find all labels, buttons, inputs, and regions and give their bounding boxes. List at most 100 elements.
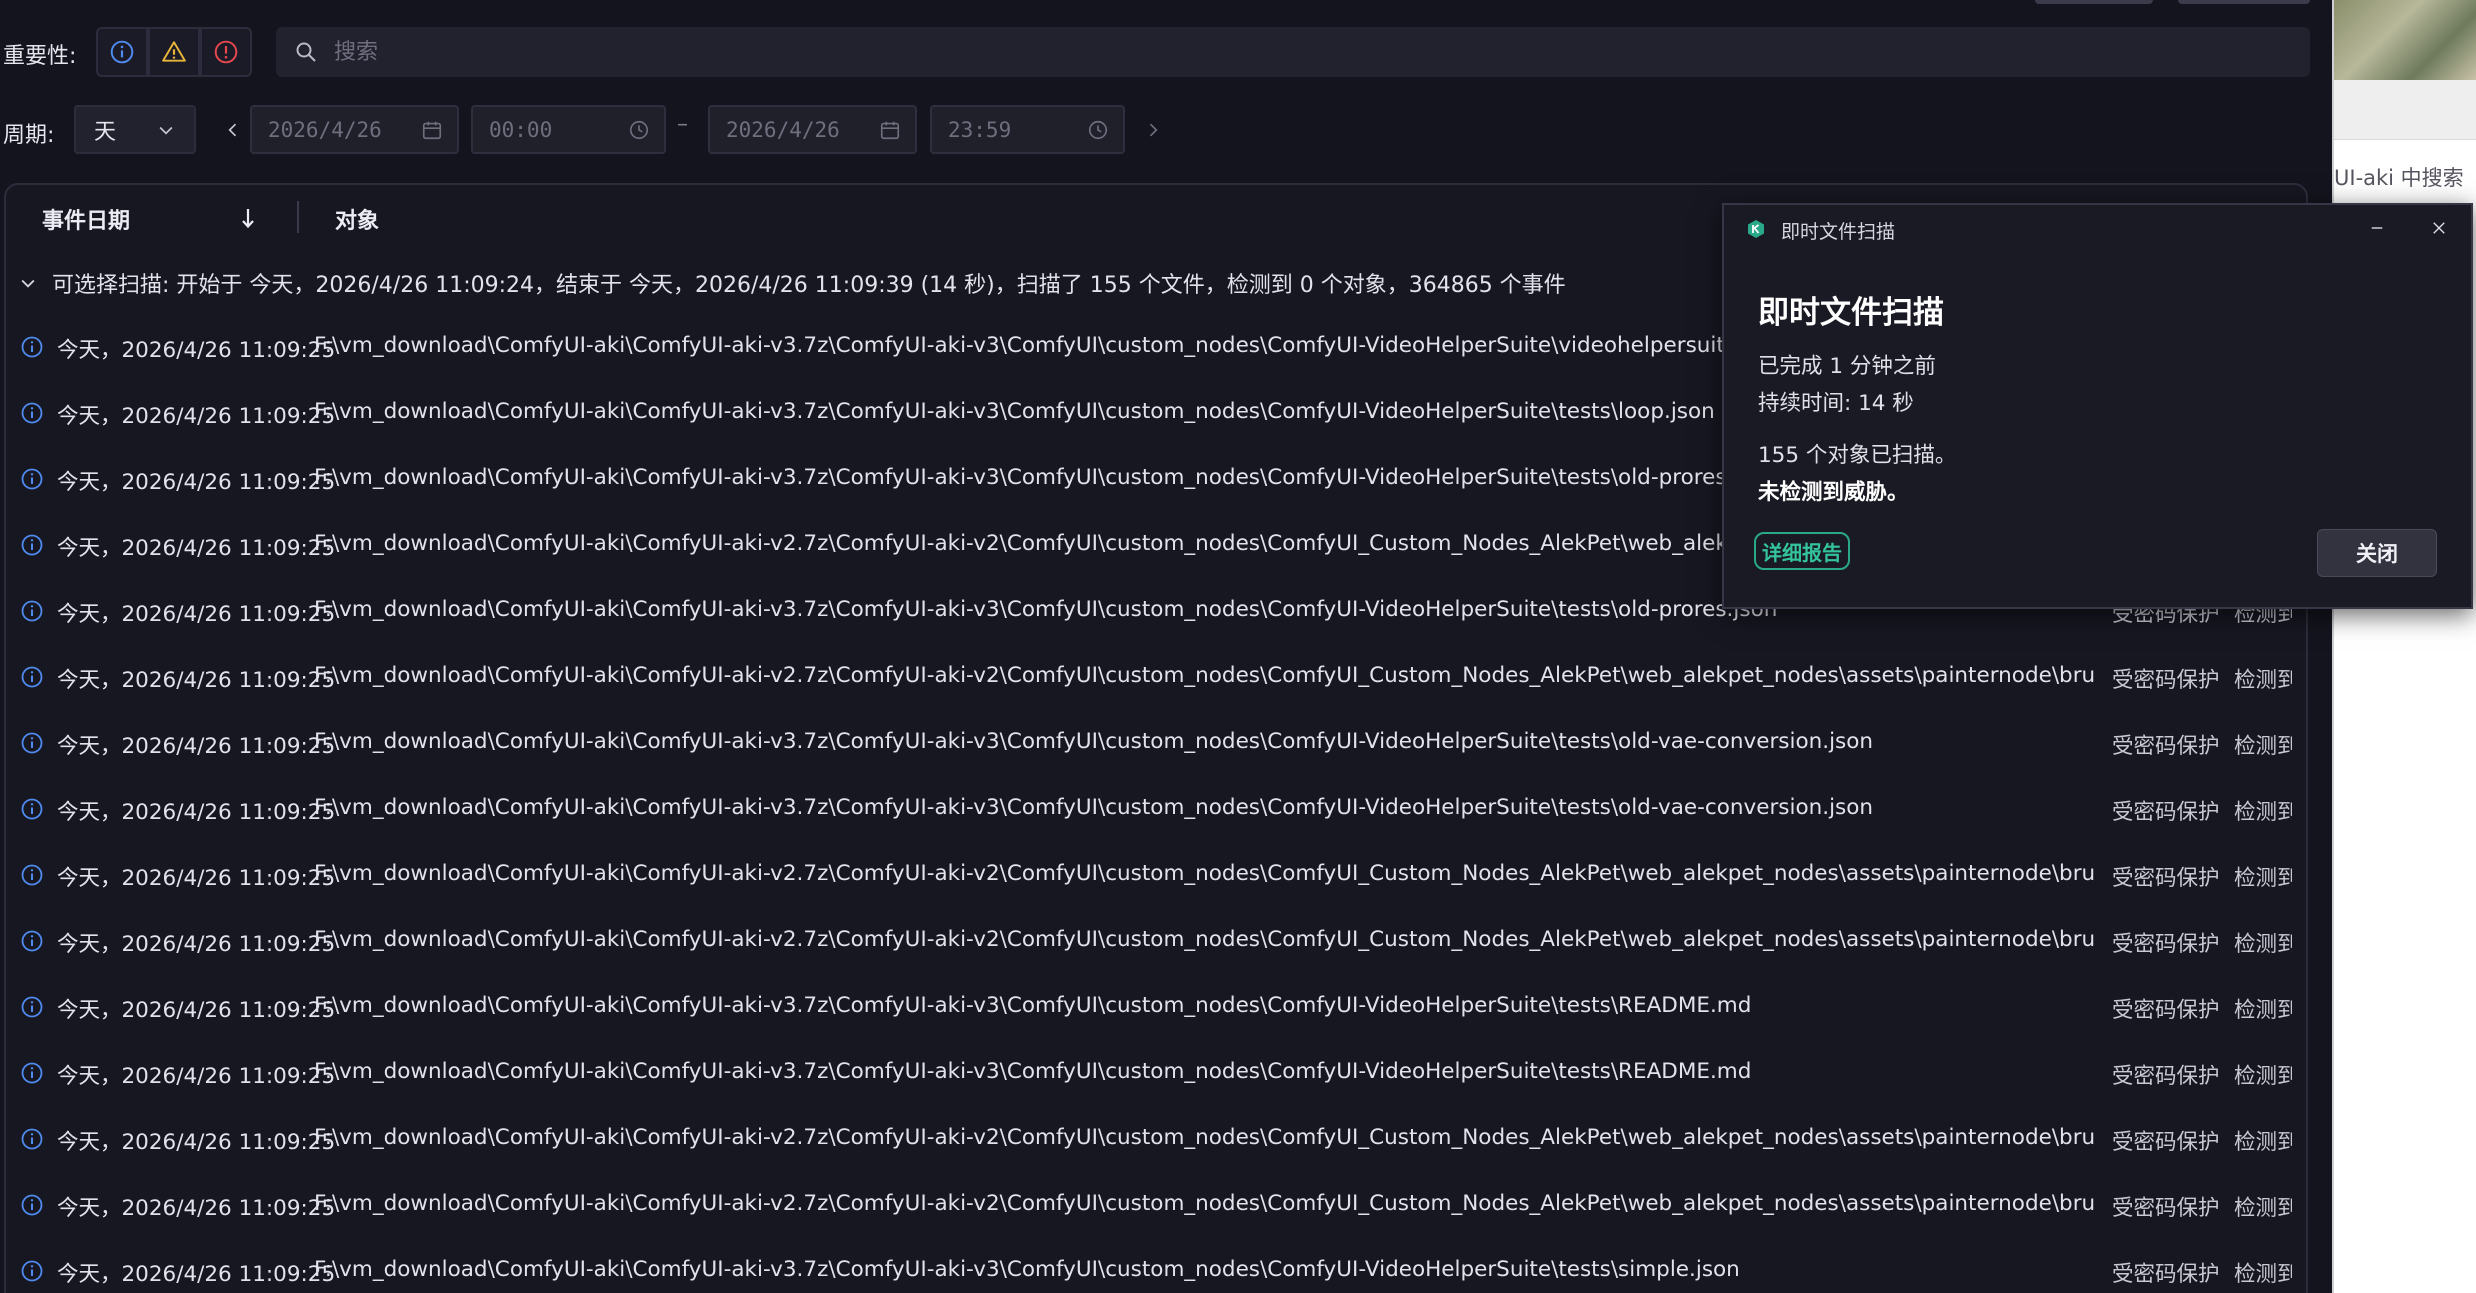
event-result: 检测到 (2234, 1262, 2292, 1287)
calendar-icon (880, 121, 900, 139)
background-search-text: UI-aki 中搜索 (2334, 166, 2464, 190)
table-row[interactable]: 今天，2026/4/26 11:09:25 F:\vm_download\Comf… (6, 841, 2306, 907)
table-row[interactable]: 今天，2026/4/26 11:09:25 F:\vm_download\Comf… (6, 1237, 2306, 1293)
table-row[interactable]: 今天，2026/4/26 11:09:25 F:\vm_download\Comf… (6, 907, 2306, 973)
event-object-path: F:\vm_download\ComfyUI-aki\ComfyUI-aki-v… (314, 927, 2094, 952)
period-label: 周期: (3, 123, 55, 148)
table-row[interactable]: 今天，2026/4/26 11:09:25 F:\vm_download\Comf… (6, 775, 2306, 841)
table-row[interactable]: 今天，2026/4/26 11:09:25 F:\vm_download\Comf… (6, 1105, 2306, 1171)
event-object-path: F:\vm_download\ComfyUI-aki\ComfyUI-aki-v… (314, 531, 1895, 556)
toolbar-button-partial[interactable] (2178, 0, 2310, 4)
info-icon (21, 1062, 43, 1084)
info-icon (21, 600, 43, 622)
event-date: 今天，2026/4/26 11:09:25 (57, 734, 336, 759)
event-object-path: F:\vm_download\ComfyUI-aki\ComfyUI-aki-v… (314, 1191, 2094, 1216)
event-result: 检测到 (2234, 1130, 2292, 1155)
range-separator: – (677, 112, 688, 137)
table-row[interactable]: 今天，2026/4/26 11:09:25 F:\vm_download\Comf… (6, 973, 2306, 1039)
info-icon (21, 468, 43, 490)
event-object-path: F:\vm_download\ComfyUI-aki\ComfyUI-aki-v… (314, 1059, 1752, 1084)
event-result: 检测到 (2234, 1064, 2292, 1089)
minimize-icon (2371, 227, 2383, 229)
clock-icon (1088, 120, 1108, 139)
popup-heading: 即时文件扫描 (1758, 295, 1944, 331)
period-select-value: 天 (94, 119, 117, 145)
event-date: 今天，2026/4/26 11:09:25 (57, 1130, 336, 1155)
column-header-object[interactable]: 对象 (335, 203, 379, 235)
event-object-path: F:\vm_download\ComfyUI-aki\ComfyUI-aki-v… (314, 729, 1874, 754)
popup-scanned-text: 155 个对象已扫描。 (1758, 443, 1957, 468)
column-divider[interactable] (297, 201, 299, 233)
popup-completed-text: 已完成 1 分钟之前 (1758, 354, 1936, 379)
table-row[interactable]: 今天，2026/4/26 11:09:25 F:\vm_download\Comf… (6, 1171, 2306, 1237)
event-object-path: F:\vm_download\ComfyUI-aki\ComfyUI-aki-v… (314, 399, 1715, 424)
background-image (2334, 0, 2476, 80)
severity-label: 重要性: (3, 44, 77, 69)
popup-close-button[interactable]: 关闭 (2317, 529, 2437, 577)
end-time-value: 23:59 (948, 117, 1012, 142)
scan-summary-text: 可选择扫描: 开始于 今天，2026/4/26 11:09:24，结束于 今天，… (52, 273, 1566, 298)
severity-error-button[interactable] (200, 27, 252, 77)
scan-group-header[interactable]: 可选择扫描: 开始于 今天，2026/4/26 11:09:24，结束于 今天，… (6, 263, 1566, 303)
info-icon (21, 534, 43, 556)
error-icon (214, 40, 238, 64)
info-icon (21, 732, 43, 754)
scan-complete-popup: 即时文件扫描 即时文件扫描 已完成 1 分钟之前 持续时间: 14 秒 155 … (1722, 203, 2473, 609)
period-select[interactable]: 天 (74, 105, 196, 154)
event-status: 受密码保护 (2112, 668, 2220, 693)
info-icon (21, 798, 43, 820)
event-status: 受密码保护 (2112, 1130, 2220, 1155)
end-date-value: 2026/4/26 (726, 117, 840, 142)
end-date-field[interactable]: 2026/4/26 (708, 105, 917, 154)
calendar-icon (422, 121, 442, 139)
search-box[interactable] (276, 27, 2310, 77)
event-result: 检测到 (2234, 668, 2292, 693)
event-date: 今天，2026/4/26 11:09:25 (57, 470, 336, 495)
table-row[interactable]: 今天，2026/4/26 11:09:25 F:\vm_download\Comf… (6, 1039, 2306, 1105)
column-header-date[interactable]: 事件日期 (42, 203, 130, 235)
event-date: 今天，2026/4/26 11:09:25 (57, 800, 336, 825)
table-row[interactable]: 今天，2026/4/26 11:09:25 F:\vm_download\Comf… (6, 709, 2306, 775)
end-time-field[interactable]: 23:59 (930, 105, 1125, 154)
detailed-report-button[interactable]: 详细报告 (1754, 532, 1850, 570)
info-icon (21, 402, 43, 424)
background-toolbar (2334, 80, 2476, 140)
event-object-path: F:\vm_download\ComfyUI-aki\ComfyUI-aki-v… (314, 1125, 2094, 1150)
event-date: 今天，2026/4/26 11:09:25 (57, 998, 336, 1023)
event-date: 今天，2026/4/26 11:09:25 (57, 404, 336, 429)
background-window (2332, 0, 2476, 1293)
popup-close-x-button[interactable] (2424, 215, 2454, 241)
search-input[interactable] (334, 39, 2234, 65)
event-object-path: F:\vm_download\ComfyUI-aki\ComfyUI-aki-v… (314, 663, 2094, 688)
kaspersky-logo-icon (1748, 220, 1764, 238)
event-date: 今天，2026/4/26 11:09:25 (57, 1196, 336, 1221)
info-icon (21, 1194, 43, 1216)
event-date: 今天，2026/4/26 11:09:25 (57, 932, 336, 957)
popup-no-threat-text: 未检测到威胁。 (1758, 480, 1909, 505)
toolbar-button-partial[interactable] (2035, 0, 2153, 4)
sort-descending-icon[interactable] (238, 205, 258, 231)
popup-titlebar: 即时文件扫描 (1724, 205, 2471, 249)
info-icon (110, 40, 134, 64)
table-row[interactable]: 今天，2026/4/26 11:09:25 F:\vm_download\Comf… (6, 643, 2306, 709)
info-icon (21, 666, 43, 688)
start-date-field[interactable]: 2026/4/26 (250, 105, 459, 154)
popup-minimize-button[interactable] (2362, 215, 2392, 241)
info-icon (21, 996, 43, 1018)
event-status: 受密码保护 (2112, 998, 2220, 1023)
event-result: 检测到 (2234, 932, 2292, 957)
event-date: 今天，2026/4/26 11:09:25 (57, 1064, 336, 1089)
severity-warning-button[interactable] (148, 27, 200, 77)
start-time-field[interactable]: 00:00 (471, 105, 666, 154)
severity-info-button[interactable] (96, 27, 148, 77)
event-status: 受密码保护 (2112, 1064, 2220, 1089)
event-date: 今天，2026/4/26 11:09:25 (57, 602, 336, 627)
next-period-button[interactable] (1141, 113, 1165, 147)
previous-period-button[interactable] (221, 113, 245, 147)
event-result: 检测到 (2234, 998, 2292, 1023)
info-icon (21, 1260, 43, 1282)
info-icon (21, 1128, 43, 1150)
event-result: 检测到 (2234, 800, 2292, 825)
event-object-path: F:\vm_download\ComfyUI-aki\ComfyUI-aki-v… (314, 465, 1778, 490)
event-status: 受密码保护 (2112, 734, 2220, 759)
